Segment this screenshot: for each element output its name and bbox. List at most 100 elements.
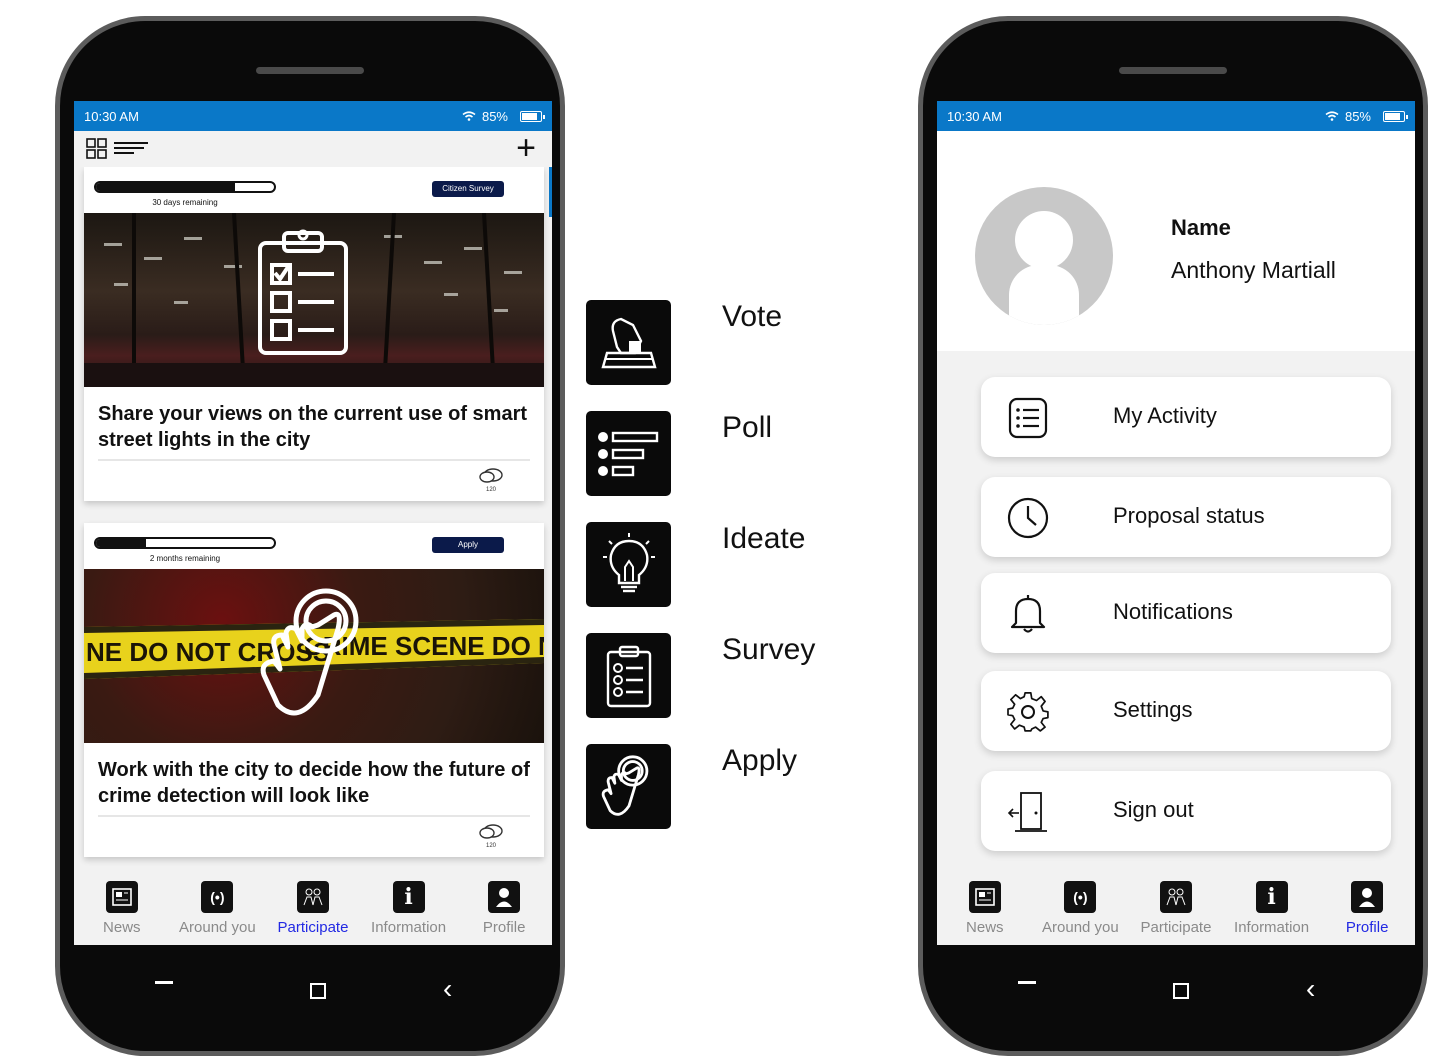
menu-label: Sign out: [1113, 797, 1194, 822]
menu-sign-out[interactable]: Sign out: [981, 771, 1391, 851]
speaker: [256, 67, 364, 74]
comment-icon: [479, 468, 503, 483]
nav-profile[interactable]: Profile: [456, 869, 552, 945]
person-icon: [1351, 881, 1384, 913]
nav-information[interactable]: i Information: [1224, 869, 1320, 945]
nav-label: Information: [1234, 919, 1310, 936]
comment-count[interactable]: 120: [478, 823, 504, 849]
system-nav: ‹: [60, 961, 560, 1021]
nav-news[interactable]: News: [74, 869, 170, 945]
recents-icon[interactable]: [1018, 981, 1036, 984]
speaker: [1119, 67, 1227, 74]
add-icon[interactable]: +: [516, 131, 536, 165]
comment-number: 120: [485, 843, 496, 849]
feed-toolbar: +: [74, 131, 552, 167]
nav-label: Participate: [277, 919, 349, 936]
ballot-box-icon: [586, 300, 671, 385]
legend-label: Survey: [722, 633, 816, 666]
battery-icon: [1383, 110, 1408, 122]
poll-list-icon: [586, 411, 671, 496]
status-time: 10:30 AM: [947, 108, 1002, 124]
avatar[interactable]: [975, 187, 1113, 325]
progress-bar: [94, 537, 276, 549]
card-title[interactable]: Share your views on the current use of s…: [84, 387, 544, 459]
progress-bar: [94, 181, 276, 193]
system-nav: ‹: [923, 961, 1423, 1021]
profile-header: Name Anthony Martiall: [937, 131, 1415, 351]
phone-participate: 10:30 AM 85% + 30 days remaining Citizen…: [55, 16, 565, 1056]
battery-percent: 85%: [1344, 108, 1371, 124]
card-image: [84, 213, 544, 387]
time-remaining: 30 days remaining: [152, 198, 218, 207]
nav-around-you[interactable]: (•) Around you: [1033, 869, 1129, 945]
scrollbar[interactable]: [549, 167, 552, 217]
home-icon[interactable]: [310, 983, 326, 999]
type-badge[interactable]: Citizen Survey: [432, 181, 504, 197]
feed-card[interactable]: 2 months remaining Apply NE DO NOT CROSS…: [84, 523, 544, 857]
nav-participate[interactable]: Participate: [265, 869, 361, 945]
type-badge[interactable]: Apply: [432, 537, 504, 553]
back-icon[interactable]: ‹: [1306, 971, 1315, 1007]
hand-tap-icon: [586, 744, 671, 829]
menu-my-activity[interactable]: My Activity: [981, 377, 1391, 457]
nav-news[interactable]: News: [937, 869, 1033, 945]
nav-label: Around you: [1042, 919, 1119, 936]
news-icon: [105, 881, 138, 913]
wifi-icon: [1325, 111, 1339, 121]
legend-label: Ideate: [722, 522, 806, 555]
lightbulb-icon: [586, 522, 671, 607]
person-icon: [488, 881, 521, 913]
nav-label: Information: [371, 919, 447, 936]
battery-icon: [520, 110, 545, 122]
bottom-nav: News (•) Around you Participate i Inform…: [74, 869, 552, 945]
card-image: NE DO NOT CROSS CRIME SCENE DO NOT CROSS: [84, 569, 544, 743]
legend-apply: Apply: [586, 744, 886, 830]
nav-information[interactable]: i Information: [361, 869, 457, 945]
menu-settings[interactable]: Settings: [981, 671, 1391, 751]
menu-notifications[interactable]: Notifications: [981, 573, 1391, 653]
home-icon[interactable]: [1173, 983, 1189, 999]
bell-icon: [1010, 595, 1046, 633]
legend-survey: Survey: [586, 633, 886, 719]
status-bar: 10:30 AM 85%: [74, 101, 552, 131]
grid-list-view-icon[interactable]: [86, 137, 152, 161]
menu-proposal-status[interactable]: Proposal status: [981, 477, 1391, 557]
profile-screen: 10:30 AM 85% Name Anthony Martiall My Ac…: [937, 101, 1415, 945]
name-label: Name: [1171, 215, 1231, 240]
nav-around-you[interactable]: (•) Around you: [170, 869, 266, 945]
nav-label: News: [966, 919, 1004, 936]
info-icon: i: [392, 881, 425, 913]
bottom-nav: News (•) Around you Participate i Inform…: [937, 869, 1415, 945]
feed-card[interactable]: 30 days remaining Citizen Survey Share y…: [84, 167, 544, 501]
comment-icon: [479, 824, 503, 839]
nav-label: News: [103, 919, 141, 936]
clock-icon: [1007, 497, 1049, 539]
broadcast-icon: (•): [1064, 881, 1097, 913]
nav-profile[interactable]: Profile: [1319, 869, 1415, 945]
menu-label: My Activity: [1113, 403, 1217, 428]
gear-icon: [1007, 692, 1049, 732]
nav-label: Profile: [482, 919, 526, 936]
status-bar: 10:30 AM 85%: [937, 101, 1415, 131]
survey-clipboard-icon: [586, 633, 671, 718]
menu-label: Notifications: [1113, 599, 1233, 624]
news-icon: [968, 881, 1001, 913]
phone-profile: 10:30 AM 85% Name Anthony Martiall My Ac…: [918, 16, 1428, 1056]
legend-poll: Poll: [586, 411, 886, 497]
list-icon: [1008, 397, 1048, 439]
legend-ideate: Ideate: [586, 522, 886, 608]
nav-label: Around you: [179, 919, 256, 936]
card-title[interactable]: Work with the city to decide how the fut…: [84, 743, 544, 815]
people-icon: [1159, 881, 1192, 913]
recents-icon[interactable]: [155, 981, 173, 984]
back-icon[interactable]: ‹: [443, 971, 452, 1007]
comment-count[interactable]: 120: [478, 467, 504, 493]
feed: 30 days remaining Citizen Survey Share y…: [74, 167, 552, 869]
user-name: Anthony Martiall: [1171, 257, 1336, 283]
info-icon: i: [1255, 881, 1288, 913]
legend-vote: Vote: [586, 300, 886, 386]
legend-label: Poll: [722, 411, 773, 444]
participate-screen: 10:30 AM 85% + 30 days remaining Citizen…: [74, 101, 552, 945]
nav-participate[interactable]: Participate: [1128, 869, 1224, 945]
people-icon: [296, 881, 329, 913]
